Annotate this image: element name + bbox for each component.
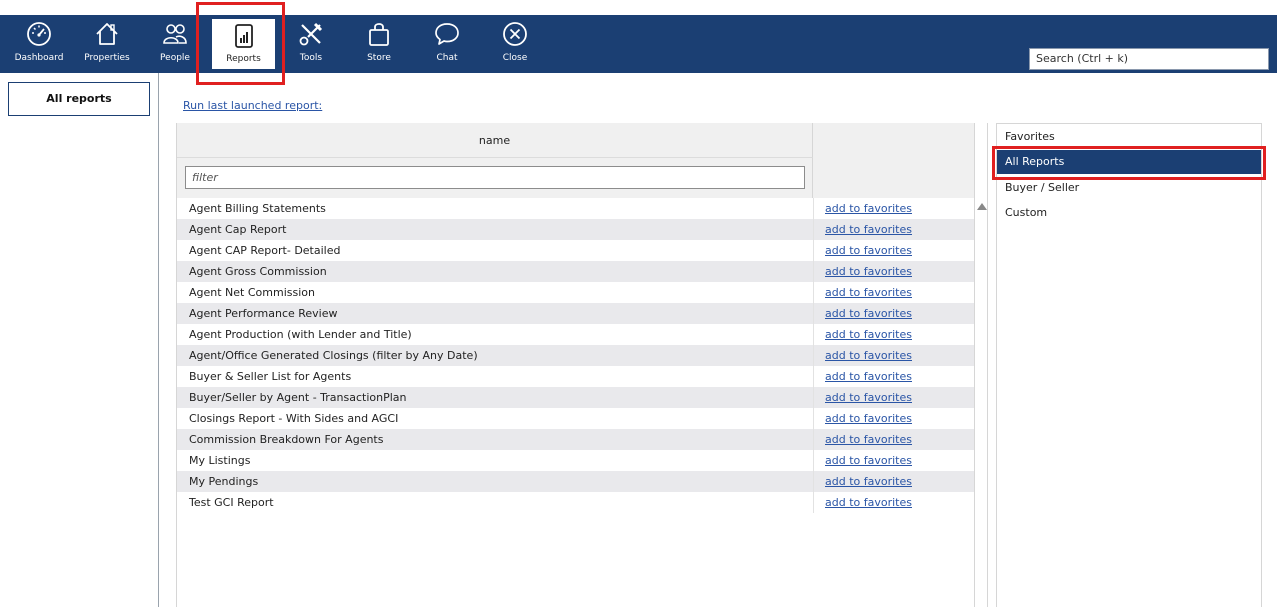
column-divider (813, 198, 814, 219)
filter-row: filter (177, 158, 813, 198)
report-name[interactable]: Closings Report - With Sides and AGCI (189, 408, 398, 429)
add-to-favorites-link[interactable]: add to favorites (825, 282, 912, 303)
add-to-favorites-link[interactable]: add to favorites (825, 261, 912, 282)
add-to-favorites-link[interactable]: add to favorites (825, 366, 912, 387)
nav-close-label: Close (502, 53, 528, 63)
add-to-favorites-link[interactable]: add to favorites (825, 387, 912, 408)
favorites-column-header (813, 123, 974, 198)
column-divider (813, 366, 814, 387)
report-name[interactable]: Agent Cap Report (189, 219, 286, 240)
column-divider (813, 387, 814, 408)
filter-input[interactable]: filter (185, 166, 805, 189)
scrollbar[interactable] (974, 123, 988, 607)
add-to-favorites-link[interactable]: add to favorites (825, 408, 912, 429)
category-custom[interactable]: Custom (997, 201, 1261, 225)
left-sidebar: All reports (0, 73, 159, 607)
table-row[interactable]: Buyer & Seller List for Agents add to fav… (177, 366, 974, 387)
report-name[interactable]: Agent Performance Review (189, 303, 338, 324)
nav-close[interactable]: Close (484, 15, 546, 73)
table-row[interactable]: Agent Cap Report add to favorites (177, 219, 974, 240)
add-to-favorites-link[interactable]: add to favorites (825, 471, 912, 492)
column-divider (813, 261, 814, 282)
nav-dashboard-label: Dashboard (14, 53, 64, 63)
house-icon (94, 21, 120, 47)
search-input[interactable]: Search (Ctrl + k) (1029, 48, 1269, 70)
table-row[interactable]: Test GCI Report add to favorites (177, 492, 974, 513)
run-last-report-link[interactable]: Run last launched report: (183, 99, 322, 112)
all-reports-highlight-box (992, 146, 1266, 180)
close-icon (502, 21, 528, 47)
report-name[interactable]: Agent Gross Commission (189, 261, 327, 282)
report-name[interactable]: Test GCI Report (189, 492, 274, 513)
add-to-favorites-link[interactable]: add to favorites (825, 240, 912, 261)
table-row[interactable]: Closings Report - With Sides and AGCI add… (177, 408, 974, 429)
report-name[interactable]: Agent CAP Report- Detailed (189, 240, 340, 261)
add-to-favorites-link[interactable]: add to favorites (825, 492, 912, 513)
column-divider (813, 429, 814, 450)
column-divider (813, 408, 814, 429)
column-divider (813, 303, 814, 324)
report-name[interactable]: Agent/Office Generated Closings (filter … (189, 345, 478, 366)
column-divider (813, 240, 814, 261)
tools-icon (298, 21, 324, 47)
category-list: Favorites All Reports Buyer / Seller Custom (996, 123, 1262, 607)
report-name[interactable]: My Pendings (189, 471, 258, 492)
add-to-favorites-link[interactable]: add to favorites (825, 345, 912, 366)
nav-store[interactable]: Store (348, 15, 410, 73)
nav-dashboard[interactable]: Dashboard (8, 15, 70, 73)
table-row[interactable]: Commission Breakdown For Agents add to fa… (177, 429, 974, 450)
chat-icon (434, 21, 460, 47)
table-row[interactable]: My Pendings add to favorites (177, 471, 974, 492)
all-reports-button[interactable]: All reports (8, 82, 150, 116)
nav-tools[interactable]: Tools (280, 15, 342, 73)
nav-store-label: Store (367, 53, 391, 63)
table-row[interactable]: Agent Production (with Lender and Title)… (177, 324, 974, 345)
table-row[interactable]: Agent Billing Statements add to favorites (177, 198, 974, 219)
column-divider (813, 492, 814, 513)
table-row[interactable]: Agent/Office Generated Closings (filter … (177, 345, 974, 366)
nav-tools-label: Tools (299, 53, 323, 63)
report-name[interactable]: Buyer/Seller by Agent - TransactionPlan (189, 387, 407, 408)
bag-icon (366, 21, 392, 47)
reports-table: name filter Agent Billing Statements add … (176, 123, 988, 607)
scroll-up-arrow-icon[interactable] (977, 203, 987, 210)
column-divider (813, 450, 814, 471)
table-row[interactable]: My Listings add to favorites (177, 450, 974, 471)
name-column-header[interactable]: name (177, 123, 813, 158)
nav-chat-label: Chat (436, 53, 458, 63)
column-divider (813, 324, 814, 345)
nav-properties[interactable]: Properties (76, 15, 138, 73)
table-row[interactable]: Agent Net Commission add to favorites (177, 282, 974, 303)
add-to-favorites-link[interactable]: add to favorites (825, 219, 912, 240)
report-name[interactable]: Agent Production (with Lender and Title) (189, 324, 412, 345)
add-to-favorites-link[interactable]: add to favorites (825, 324, 912, 345)
report-name[interactable]: My Listings (189, 450, 250, 471)
reports-highlight-box (196, 2, 285, 85)
column-divider (813, 345, 814, 366)
nav-properties-label: Properties (84, 53, 130, 63)
column-divider (813, 471, 814, 492)
add-to-favorites-link[interactable]: add to favorites (825, 429, 912, 450)
dashboard-icon (26, 21, 52, 47)
add-to-favorites-link[interactable]: add to favorites (825, 198, 912, 219)
column-divider (813, 219, 814, 240)
add-to-favorites-link[interactable]: add to favorites (825, 303, 912, 324)
table-body: Agent Billing Statements add to favorites… (177, 198, 974, 513)
column-divider (813, 282, 814, 303)
top-nav-bar: Dashboard Properties People Reports Tool… (0, 15, 1277, 73)
report-name[interactable]: Commission Breakdown For Agents (189, 429, 383, 450)
table-row[interactable]: Buyer/Seller by Agent - TransactionPlan a… (177, 387, 974, 408)
table-row[interactable]: Agent Performance Review add to favorites (177, 303, 974, 324)
nav-chat[interactable]: Chat (416, 15, 478, 73)
report-name[interactable]: Agent Net Commission (189, 282, 315, 303)
report-name[interactable]: Agent Billing Statements (189, 198, 326, 219)
table-header: name filter (177, 123, 974, 198)
table-row[interactable]: Agent CAP Report- Detailed add to favorit… (177, 240, 974, 261)
add-to-favorites-link[interactable]: add to favorites (825, 450, 912, 471)
table-row[interactable]: Agent Gross Commission add to favorites (177, 261, 974, 282)
report-name[interactable]: Buyer & Seller List for Agents (189, 366, 351, 387)
people-icon (162, 21, 188, 47)
